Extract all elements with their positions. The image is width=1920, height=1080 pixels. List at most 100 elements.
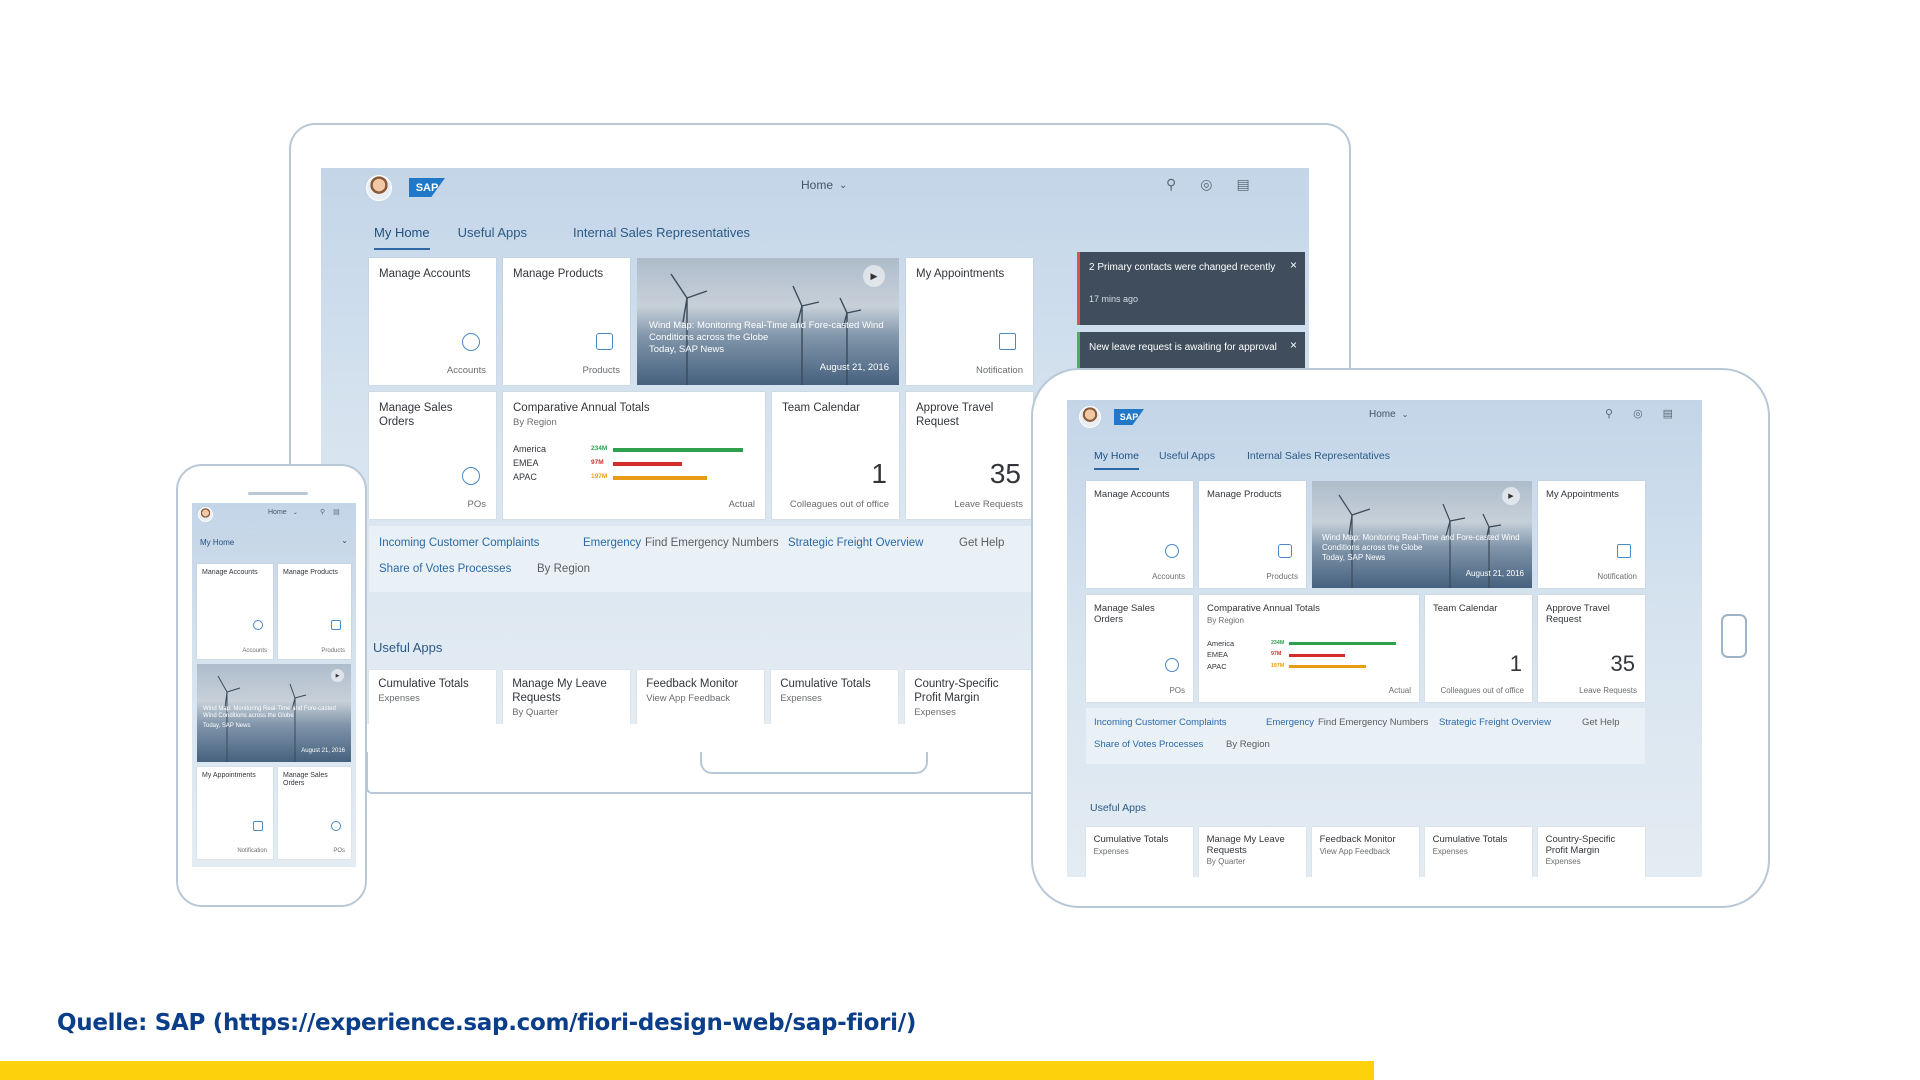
notification-contacts-changed[interactable]: 2 Primary contacts were changed recently… — [1077, 252, 1305, 325]
user-avatar[interactable] — [1079, 406, 1101, 428]
calendar-icon — [253, 821, 263, 831]
home-menu[interactable]: Home ⌄ — [801, 178, 847, 192]
chevron-down-icon: ⌄ — [292, 510, 298, 516]
phone-tab-bar[interactable]: My Home ⌄ — [192, 533, 356, 555]
bar-emea — [1289, 653, 1346, 657]
tile-manage-sales-orders[interactable]: Manage Sales Orders POs — [369, 392, 496, 519]
menu-icon[interactable]: ▤ — [1663, 407, 1673, 420]
news-tile[interactable]: ▶ Wind Map: Monitoring Real-Time and For… — [197, 664, 351, 762]
search-icon[interactable]: ⚲ — [320, 508, 325, 516]
phone-speaker — [248, 492, 308, 495]
app-tile[interactable]: Cumulative Totals Expenses — [369, 670, 496, 724]
search-icon[interactable]: ⚲ — [1605, 407, 1613, 420]
tile-manage-accounts[interactable]: Manage Accounts Accounts — [1086, 481, 1193, 588]
app-tile[interactable]: Country-Specific Profit Margin Expenses — [1538, 827, 1645, 877]
bar-value: 234M — [591, 445, 608, 452]
app-tile[interactable]: Manage My Leave Requests By Quarter — [503, 670, 630, 724]
shell-actions: ⚲ ▤ — [320, 508, 340, 516]
notification-leave-request[interactable]: New leave request is awaiting for approv… — [1077, 332, 1305, 368]
menu-icon[interactable]: ▤ — [333, 508, 340, 516]
home-menu[interactable]: Home ⌄ — [1369, 409, 1408, 420]
app-title: Country-Specific Profit Margin — [914, 678, 999, 704]
tab-internal-sales[interactable]: Internal Sales Representatives — [1247, 450, 1390, 470]
tab-my-home[interactable]: My Home — [200, 538, 234, 547]
tab-useful-apps[interactable]: Useful Apps — [458, 225, 527, 250]
tile-approve-travel[interactable]: Approve Travel Request 35 Leave Requests — [906, 392, 1033, 519]
link-strategic-freight[interactable]: Strategic Freight Overview — [788, 537, 924, 549]
close-icon[interactable]: × — [1290, 338, 1297, 352]
tile-manage-products[interactable]: Manage Products Products — [278, 564, 351, 659]
user-avatar[interactable] — [366, 175, 392, 201]
tile-subtitle: By Region — [1207, 616, 1244, 625]
tab-my-home[interactable]: My Home — [374, 225, 430, 250]
tab-internal-sales[interactable]: Internal Sales Representatives — [573, 225, 750, 250]
link-emergency[interactable]: Emergency — [1266, 717, 1314, 728]
tile-team-calendar[interactable]: Team Calendar 1 Colleagues out of office — [1425, 595, 1532, 702]
link-list: Incoming Customer Complaints Emergency F… — [369, 526, 1033, 592]
news-tile[interactable]: ▶ Wind Map: Monitoring Real-Time and For… — [1312, 481, 1532, 588]
chevron-down-icon[interactable]: ⌄ — [341, 536, 348, 545]
tile-team-calendar[interactable]: Team Calendar 1 Colleagues out of office — [772, 392, 899, 519]
notifications-icon[interactable]: ◎ — [1200, 176, 1212, 193]
bar-america — [613, 448, 743, 452]
tile-approve-travel[interactable]: Approve Travel Request 35 Leave Requests — [1538, 595, 1645, 702]
news-text: Wind Map: Monitoring Real-Time and Fore-… — [203, 706, 336, 720]
tab-my-home[interactable]: My Home — [1094, 450, 1139, 470]
link-incoming-complaints[interactable]: Incoming Customer Complaints — [379, 537, 539, 549]
home-label: Home — [1369, 409, 1396, 420]
bar-apac — [613, 476, 707, 480]
tile-manage-accounts[interactable]: Manage Accounts Accounts — [369, 258, 496, 385]
tile-manage-products[interactable]: Manage Products Products — [1199, 481, 1306, 588]
bar-apac — [1289, 665, 1366, 669]
tile-manage-sales-orders[interactable]: Manage Sales Orders POs — [278, 767, 351, 859]
notifications-icon[interactable]: ◎ — [1633, 407, 1643, 420]
news-tile[interactable]: ▶ Wind Map: Monitoring Real-Time and For… — [637, 258, 899, 385]
tile-comparative-totals[interactable]: Comparative Annual Totals By Region Amer… — [503, 392, 765, 519]
link-strategic-freight[interactable]: Strategic Freight Overview — [1439, 717, 1551, 728]
tile-my-appointments[interactable]: My Appointments Notification — [197, 767, 273, 859]
link-emergency-sub: Find Emergency Numbers — [1318, 717, 1429, 728]
app-subtitle: Expenses — [1545, 857, 1581, 867]
user-avatar[interactable] — [198, 507, 213, 522]
link-incoming-complaints[interactable]: Incoming Customer Complaints — [1094, 717, 1227, 728]
app-tile[interactable]: Cumulative Totals Expenses — [1086, 827, 1193, 877]
region-bar-chart: America 234M EMEA 97M APAC 197M — [513, 444, 753, 484]
link-emergency[interactable]: Emergency — [583, 537, 641, 549]
close-icon[interactable]: × — [1290, 258, 1297, 272]
bar-label: EMEA — [1207, 650, 1228, 660]
tile-manage-accounts[interactable]: Manage Accounts Accounts — [197, 564, 273, 659]
play-icon[interactable]: ▶ — [863, 265, 885, 287]
app-tile[interactable]: Cumulative Totals Expenses — [771, 670, 898, 724]
tile-comparative-totals[interactable]: Comparative Annual Totals By Region Amer… — [1199, 595, 1419, 702]
app-tile[interactable]: Manage My Leave Requests By Quarter — [1199, 827, 1306, 877]
link-share-of-votes[interactable]: Share of Votes Processes — [379, 563, 511, 575]
app-title: Feedback Monitor — [646, 678, 739, 691]
app-subtitle: Expenses — [1432, 846, 1468, 856]
tile-title: Approve Travel Request — [1546, 603, 1610, 626]
bar-label: APAC — [1207, 661, 1227, 671]
app-tile[interactable]: Feedback Monitor View App Feedback — [1312, 827, 1419, 877]
bar-value: 197M — [1270, 662, 1285, 669]
tile-my-appointments[interactable]: My Appointments Notification — [1538, 481, 1645, 588]
shell-actions: ⚲ ◎ ▤ — [1166, 176, 1250, 193]
accounts-icon — [1165, 544, 1179, 558]
app-title: Cumulative Totals — [378, 678, 469, 691]
link-strategic-freight-sub: Get Help — [959, 537, 1005, 549]
tile-footer: POs — [467, 499, 486, 510]
tile-manage-products[interactable]: Manage Products Products — [503, 258, 630, 385]
app-tile[interactable]: Country-Specific Profit Margin Expenses — [905, 670, 1032, 724]
app-tile[interactable]: Feedback Monitor View App Feedback — [637, 670, 764, 724]
app-tile[interactable]: Cumulative Totals Expenses — [1425, 827, 1532, 877]
home-menu[interactable]: Home ⌄ — [268, 509, 298, 516]
tile-title: Comparative Annual Totals — [513, 402, 650, 414]
tile-title: My Appointments — [1546, 489, 1619, 500]
play-icon[interactable]: ▶ — [1502, 487, 1520, 505]
play-icon[interactable]: ▶ — [331, 669, 344, 682]
tab-useful-apps[interactable]: Useful Apps — [1159, 450, 1215, 470]
tile-my-appointments[interactable]: My Appointments Notification — [906, 258, 1033, 385]
menu-icon[interactable]: ▤ — [1236, 176, 1249, 193]
link-share-of-votes[interactable]: Share of Votes Processes — [1094, 739, 1203, 750]
search-icon[interactable]: ⚲ — [1166, 176, 1176, 193]
tile-manage-sales-orders[interactable]: Manage Sales Orders POs — [1086, 595, 1193, 702]
chevron-down-icon: ⌄ — [839, 179, 848, 191]
